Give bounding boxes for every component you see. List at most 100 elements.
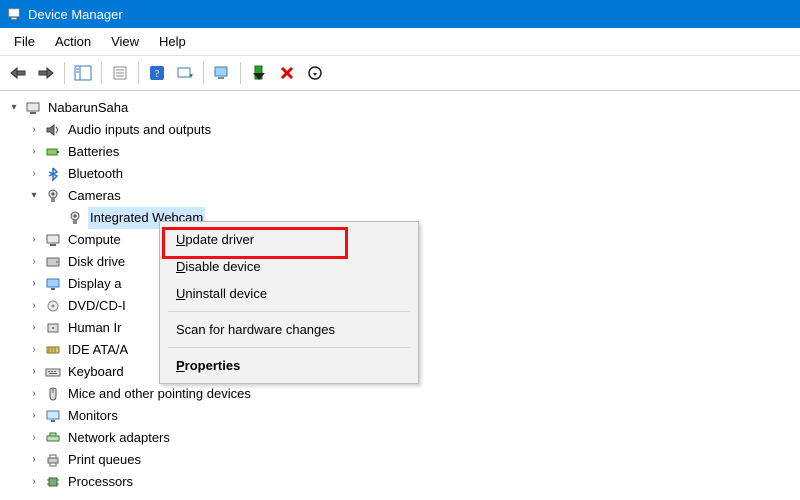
menu-action[interactable]: Action (45, 30, 101, 53)
menu-file[interactable]: File (4, 30, 45, 53)
toolbar: ? (0, 56, 800, 91)
disk-icon (44, 253, 62, 271)
menu-help[interactable]: Help (149, 30, 196, 53)
arrow-left-icon (9, 66, 27, 80)
context-disable-device[interactable]: Disable device (162, 253, 416, 280)
network-icon (44, 429, 62, 447)
tree-item[interactable]: › Bluetooth (6, 163, 794, 185)
caret-right-icon[interactable]: › (28, 318, 40, 338)
caret-right-icon[interactable]: › (28, 142, 40, 162)
caret-right-icon[interactable]: › (28, 120, 40, 140)
computer-icon (44, 231, 62, 249)
svg-text:?: ? (155, 68, 160, 80)
forward-button[interactable] (33, 60, 59, 86)
context-uninstall-device[interactable]: Uninstall device (162, 280, 416, 307)
toolbar-separator (138, 62, 139, 84)
back-button[interactable] (5, 60, 31, 86)
tree-item-label: Network adapters (66, 427, 172, 449)
window-title: Device Manager (28, 7, 123, 22)
caret-right-icon[interactable]: › (28, 450, 40, 470)
enable-icon (252, 65, 266, 81)
tree-item[interactable]: ▾ Cameras (6, 185, 794, 207)
tree-item-label: Display a (66, 273, 123, 295)
ide-icon (44, 341, 62, 359)
scan-hardware-button[interactable] (172, 60, 198, 86)
disable-device-button[interactable] (302, 60, 328, 86)
caret-down-icon[interactable]: ▾ (8, 98, 20, 118)
speaker-icon (44, 121, 62, 139)
tree-item-label: Batteries (66, 141, 121, 163)
device-manager-icon (6, 6, 22, 22)
cpu-icon (44, 473, 62, 491)
tree-item-label: Compute (66, 229, 123, 251)
tree-item[interactable]: › Processors (6, 471, 794, 493)
printer-icon (44, 451, 62, 469)
help-button[interactable]: ? (144, 60, 170, 86)
monitor-refresh-icon (213, 65, 231, 81)
tree-item-label: Audio inputs and outputs (66, 119, 213, 141)
bluetooth-icon (44, 165, 62, 183)
context-separator (168, 311, 410, 312)
scan-icon (176, 65, 194, 81)
update-driver-button[interactable] (209, 60, 235, 86)
tree-item-label: Mice and other pointing devices (66, 383, 253, 405)
tree-item[interactable]: › Audio inputs and outputs (6, 119, 794, 141)
toolbar-separator (240, 62, 241, 84)
caret-right-icon[interactable]: › (28, 384, 40, 404)
menubar: File Action View Help (0, 28, 800, 56)
tree-pane-icon (74, 65, 92, 81)
keyboard-icon (44, 363, 62, 381)
menu-view[interactable]: View (101, 30, 149, 53)
properties-button[interactable] (107, 60, 133, 86)
caret-right-icon[interactable]: › (28, 296, 40, 316)
optical-icon (44, 297, 62, 315)
titlebar: Device Manager (0, 0, 800, 28)
tree-item-label: Print queues (66, 449, 143, 471)
caret-right-icon[interactable]: › (28, 472, 40, 492)
hid-icon (44, 319, 62, 337)
context-scan-hardware[interactable]: Scan for hardware changes (162, 316, 416, 343)
caret-right-icon[interactable]: › (28, 362, 40, 382)
tree-item-label: Human Ir (66, 317, 123, 339)
tree-root-label: NabarunSaha (46, 97, 130, 119)
tree-item-label: Bluetooth (66, 163, 125, 185)
caret-down-icon[interactable]: ▾ (28, 186, 40, 206)
help-icon: ? (149, 65, 165, 81)
caret-right-icon[interactable]: › (28, 252, 40, 272)
show-hide-tree-button[interactable] (70, 60, 96, 86)
caret-right-icon[interactable]: › (28, 274, 40, 294)
computer-icon (24, 99, 42, 117)
caret-right-icon[interactable]: › (28, 164, 40, 184)
tree-item-label: Keyboard (66, 361, 126, 383)
caret-right-icon[interactable]: › (28, 230, 40, 250)
caret-right-icon[interactable]: › (28, 340, 40, 360)
toolbar-separator (101, 62, 102, 84)
toolbar-separator (64, 62, 65, 84)
display-icon (44, 275, 62, 293)
tree-root[interactable]: ▾ NabarunSaha (6, 97, 794, 119)
tree-item[interactable]: › Network adapters (6, 427, 794, 449)
monitor-icon (44, 407, 62, 425)
battery-icon (44, 143, 62, 161)
tree-item-label: Disk drive (66, 251, 127, 273)
enable-device-button[interactable] (246, 60, 272, 86)
tree-item[interactable]: › Mice and other pointing devices (6, 383, 794, 405)
context-menu: Update driver Disable device Uninstall d… (159, 221, 419, 384)
tree-item-label: Processors (66, 471, 135, 493)
tree-item-label: Cameras (66, 185, 123, 207)
tree-item-label: Monitors (66, 405, 120, 427)
tree-item-label: DVD/CD-I (66, 295, 128, 317)
tree-item[interactable]: › Monitors (6, 405, 794, 427)
context-separator (168, 347, 410, 348)
uninstall-device-button[interactable] (274, 60, 300, 86)
mouse-icon (44, 385, 62, 403)
tree-item[interactable]: › Batteries (6, 141, 794, 163)
context-update-driver[interactable]: Update driver (162, 226, 416, 253)
arrow-right-icon (37, 66, 55, 80)
caret-right-icon[interactable]: › (28, 428, 40, 448)
disable-icon (307, 65, 323, 81)
context-properties[interactable]: Properties (162, 352, 416, 379)
tree-item[interactable]: › Print queues (6, 449, 794, 471)
webcam-icon (66, 209, 84, 227)
caret-right-icon[interactable]: › (28, 406, 40, 426)
